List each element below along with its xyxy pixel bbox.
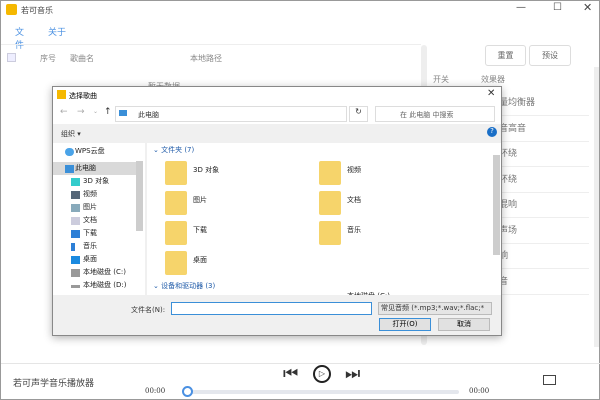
folder-music[interactable]: 音乐 [319,221,469,249]
nav-item[interactable]: 3D 对象 [53,175,137,188]
nav-item[interactable]: 文档 [53,214,137,227]
nav-item[interactable]: 本地磁盘 (C:) [53,266,137,279]
app-logo-icon [57,90,66,99]
folders-header[interactable]: ⌄ 文件夹 (7) [153,145,194,155]
nav-item[interactable]: 本地磁盘 (D:) [53,279,137,292]
menu-about[interactable]: 关于 [48,25,66,38]
select-all-checkbox[interactable] [7,53,16,62]
folder-desktop[interactable]: 桌面 [165,251,315,279]
nav-item[interactable]: 下载 [53,227,137,240]
address-bar[interactable]: 此电脑 [115,106,347,122]
nav-item[interactable]: 视频 [53,188,137,201]
help-icon[interactable]: ? [487,127,497,137]
folder-pictures[interactable]: 图片 [165,191,315,219]
maximize-button[interactable]: ☐ [553,2,562,13]
recent-dropdown[interactable]: ⌄ [93,108,98,115]
effects-scrollbar[interactable] [594,67,599,347]
time-current: 00:00 [145,387,165,395]
preset-button[interactable]: 预设 [529,45,571,66]
effects-header-name: 效果器 [481,74,505,85]
computer-icon [119,110,127,116]
nav-item[interactable]: 图片 [53,201,137,214]
refresh-button[interactable]: ↻ [349,106,368,122]
nav-pane: WPS云盘 此电脑 3D 对象 视频 图片 文档 下载 音乐 桌面 本地磁盘 (… [53,143,145,295]
app-title: 若可音乐 [21,5,53,16]
folder-downloads[interactable]: 下载 [165,221,315,249]
forward-button[interactable]: → [77,107,85,117]
play-button[interactable]: ▷ [313,365,331,383]
folder-documents[interactable]: 文档 [319,191,469,219]
cancel-button[interactable]: 取消 [438,318,490,331]
filename-label: 文件名(N): [131,305,165,315]
content-scrollbar[interactable] [493,155,500,255]
menu-file[interactable]: 文件 [15,25,24,51]
minimize-button[interactable]: — [516,2,526,13]
title-bar: 若可音乐 — ☐ ✕ [1,1,600,19]
footer-divider [1,363,600,364]
loop-icon[interactable] [543,375,556,385]
device-partial[interactable]: 本地磁盘 (C:) [347,291,390,295]
open-button[interactable]: 打开(O) [379,318,431,331]
header-song: 歌曲名 [70,53,94,64]
dialog-title: 选择歌曲 [69,91,97,101]
time-total: 00:00 [469,387,489,395]
nav-scrollbar[interactable] [136,161,143,231]
nav-this-pc[interactable]: 此电脑 [53,162,137,175]
up-button[interactable]: ↑ [104,107,112,117]
breadcrumb-this-pc[interactable]: 此电脑 [138,110,159,120]
filename-input[interactable] [171,302,372,315]
back-button[interactable]: ← [60,107,68,117]
search-input[interactable]: 在 此电脑 中搜索 [375,106,495,122]
app-logo-icon [6,4,17,15]
effects-header-switch: 开关 [433,74,449,85]
dialog-close-button[interactable]: ✕ [487,88,495,99]
folder-videos[interactable]: 视频 [319,161,469,189]
devices-header[interactable]: ⌄ 设备和驱动器 (3) [153,281,215,291]
file-dialog: 选择歌曲 ✕ ← → ⌄ ↑ 此电脑 ↻ 在 此电脑 中搜索 组织 ▾ ? WP… [52,86,502,336]
close-button[interactable]: ✕ [583,1,592,14]
organize-button[interactable]: 组织 ▾ [61,129,81,139]
divider [1,44,421,45]
footer-title: 若可声学音乐播放器 [13,376,94,389]
file-type-select[interactable]: 常见音频 (*.mp3;*.wav;*.flac;* [378,302,492,315]
progress-slider[interactable] [183,390,459,394]
header-index: 序号 [40,53,56,64]
header-path: 本地路径 [190,53,222,64]
dialog-titlebar: 选择歌曲 ✕ [53,87,501,105]
progress-handle[interactable] [182,386,193,397]
nav-wps[interactable]: WPS云盘 [53,145,137,158]
search-placeholder: 在 此电脑 中搜索 [400,110,453,120]
content-pane: ⌄ 文件夹 (7) 3D 对象 视频 图片 文档 下载 音乐 桌面 ⌄ 设备和驱… [147,143,501,295]
next-button[interactable]: ⏭ [345,364,360,384]
folder-3d[interactable]: 3D 对象 [165,161,315,189]
nav-item[interactable]: 音乐 [53,240,137,253]
reset-button[interactable]: 重置 [485,45,526,66]
nav-item[interactable]: 桌面 [53,253,137,266]
previous-button[interactable]: ⏮ [283,364,298,384]
